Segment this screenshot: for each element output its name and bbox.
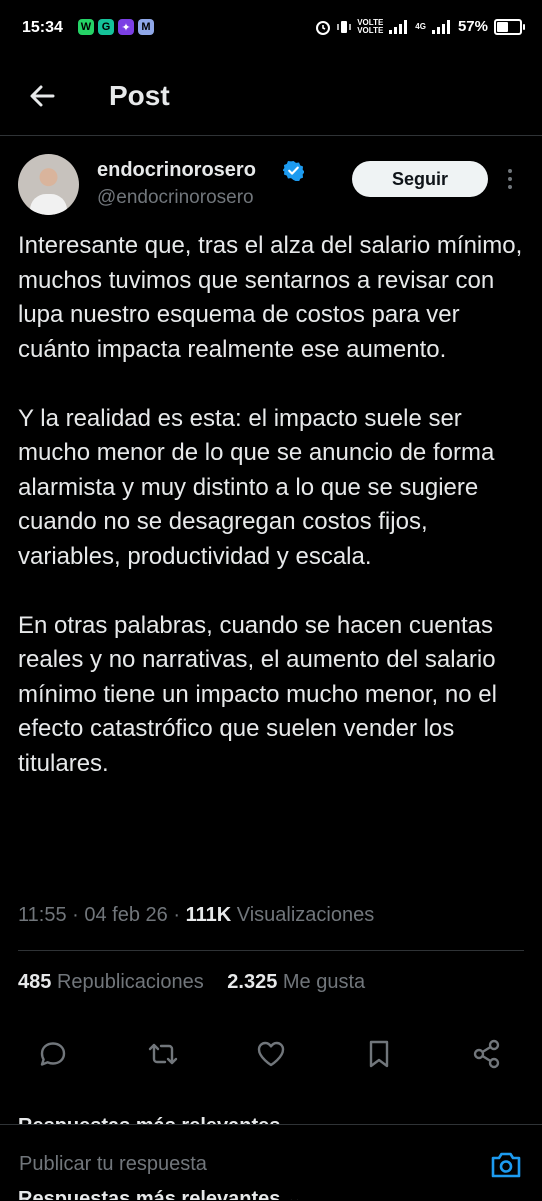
status-indicators: VOLTE VOLTE 4G 57% (315, 17, 525, 35)
reposts-count[interactable]: 485 (18, 971, 51, 993)
author-display-name[interactable]: endocrinorosero (97, 159, 256, 182)
reply-input[interactable]: Publicar tu respuesta (19, 1153, 207, 1176)
replies-sort-header[interactable]: Respuestas más relevantes ⌄ (18, 1110, 303, 1124)
back-arrow-icon[interactable] (26, 80, 58, 112)
more-options-icon[interactable] (502, 166, 518, 192)
post-text: Interesante que, tras el alza del salari… (18, 229, 533, 781)
camera-icon[interactable] (488, 1147, 524, 1183)
follow-button[interactable]: Seguir (352, 161, 488, 197)
battery-percent: 57% (457, 18, 488, 35)
chat-app-icon: ✦ (118, 19, 134, 35)
status-time: 15:34 (22, 19, 63, 36)
like-heart-icon[interactable] (254, 1037, 288, 1071)
top-bar: Post (0, 58, 542, 136)
signal-icon (389, 19, 408, 34)
engagement-stats: 485 Republicaciones 2.325 Me gusta (18, 971, 365, 994)
page-title: Post (109, 80, 170, 111)
network-type: 4G (415, 21, 426, 31)
vibrate-icon (337, 20, 351, 33)
share-icon[interactable] (470, 1037, 504, 1071)
mail-icon: M (138, 19, 154, 35)
post-paragraph: Interesante que, tras el alza del salari… (18, 232, 523, 363)
bookmark-icon[interactable] (362, 1037, 396, 1071)
battery-icon (494, 18, 525, 35)
post-paragraph: Y la realidad es esta: el impacto suele … (18, 404, 495, 570)
reposts-label[interactable]: Republicaciones (57, 971, 204, 993)
replies-sort-header-duplicate: Respuestas más relevantes ⌄ (18, 1190, 303, 1200)
alarm-icon (316, 20, 331, 35)
avatar[interactable] (18, 154, 79, 215)
divider (18, 950, 524, 951)
repost-icon[interactable] (146, 1037, 180, 1071)
verified-badge-icon (283, 160, 304, 181)
signal-icon-2 (431, 19, 450, 34)
views-label[interactable]: Visualizaciones (237, 904, 375, 926)
likes-count[interactable]: 2.325 (227, 971, 277, 993)
author-handle[interactable]: @endocrinorosero (97, 187, 254, 209)
post-date: 04 feb 26 (84, 904, 168, 926)
volte-indicator: VOLTE VOLTE (357, 17, 384, 35)
post-paragraph: En otras palabras, cuando se hacen cuent… (18, 611, 497, 777)
reply-icon[interactable] (36, 1037, 70, 1071)
whatsapp-icon: W (78, 19, 94, 35)
status-notification-icons: W G ✦ M (78, 19, 154, 35)
views-count[interactable]: 111K (186, 904, 232, 926)
battery-level (497, 21, 508, 32)
author-row: endocrinorosero @endocrinorosero Seguir (18, 154, 528, 216)
likes-label[interactable]: Me gusta (283, 971, 365, 993)
post-metadata: 11:55 · 04 feb 26 · 111K Visualizaciones (18, 904, 375, 926)
grammarly-icon: G (98, 19, 114, 35)
post-time: 11:55 (18, 904, 67, 926)
status-bar: 15:34 W G ✦ M VOLTE VOLTE 4G 57% (0, 0, 542, 58)
action-bar (18, 1037, 524, 1071)
